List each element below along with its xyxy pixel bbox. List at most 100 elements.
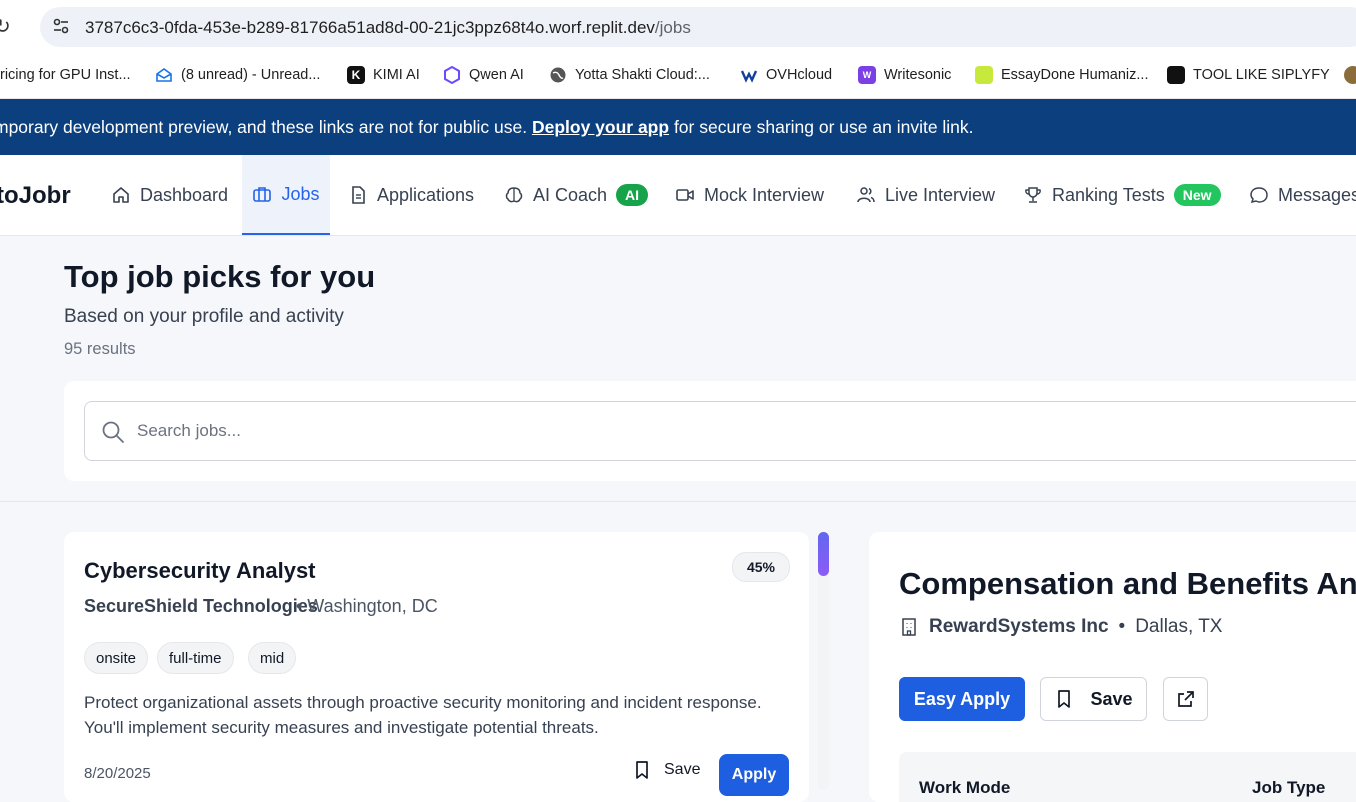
detail-save-button[interactable]: Save bbox=[1040, 677, 1147, 721]
search-input[interactable] bbox=[135, 410, 1339, 452]
kimi-icon: K bbox=[347, 66, 365, 84]
brain-icon bbox=[505, 187, 523, 203]
site-settings-icon[interactable] bbox=[52, 17, 70, 35]
nav-ranking-tests[interactable]: Ranking Tests New bbox=[1023, 155, 1221, 235]
banner-text-after: for secure sharing or use an invite link… bbox=[673, 117, 974, 137]
nav-ai-coach[interactable]: AI Coach AI bbox=[504, 155, 649, 235]
job-company: SecureShield Technologies bbox=[84, 596, 318, 616]
trophy-icon bbox=[1025, 187, 1041, 203]
open-external-button[interactable] bbox=[1163, 677, 1208, 721]
mail-icon bbox=[156, 68, 172, 82]
save-job-button[interactable]: Save bbox=[632, 760, 700, 780]
bookmark-label: OVHcloud bbox=[766, 67, 833, 83]
qwen-icon bbox=[444, 66, 460, 84]
deploy-link[interactable]: Deploy your app bbox=[532, 117, 669, 137]
users-icon bbox=[857, 187, 875, 203]
bookmark-essaydone[interactable]: EssayDone Humaniz... bbox=[975, 64, 1148, 86]
bookmark-tool[interactable]: TOOL LIKE SIPLYFY bbox=[1167, 64, 1330, 86]
reload-icon[interactable]: ↻ bbox=[0, 14, 11, 39]
nav-jobs[interactable]: Jobs bbox=[242, 155, 330, 235]
bookmark-ovh[interactable]: OVHcloud bbox=[740, 64, 832, 86]
nav-label: AI Coach bbox=[533, 184, 608, 205]
job-tag: full-time bbox=[157, 642, 234, 674]
bookmark-icon bbox=[636, 761, 648, 779]
page-title: Top job picks for you bbox=[64, 259, 376, 294]
globe-icon bbox=[550, 67, 566, 83]
essaydone-icon bbox=[975, 66, 993, 84]
ai-badge: AI bbox=[616, 184, 649, 206]
bookmark-label: Yotta Shakti Cloud:... bbox=[575, 67, 710, 83]
nav-label: Ranking Tests bbox=[1052, 184, 1165, 205]
bookmark-gpu[interactable]: ricing for GPU Inst... bbox=[0, 64, 131, 86]
section-divider bbox=[0, 501, 1356, 502]
nav-label: Dashboard bbox=[140, 184, 229, 205]
nav-dashboard[interactable]: Dashboard bbox=[111, 155, 228, 235]
nav-label: Jobs bbox=[281, 183, 320, 204]
save-label: Save bbox=[664, 761, 701, 778]
search-icon bbox=[102, 421, 124, 443]
url-bar[interactable]: 3787c6c3-0fda-453e-b289-81766a51ad8d-00-… bbox=[40, 7, 1356, 47]
work-mode-label: Work Mode bbox=[919, 778, 1011, 797]
bookmark-icon bbox=[1058, 690, 1071, 708]
bookmark-label: EssayDone Humaniz... bbox=[1001, 67, 1149, 83]
detail-save-label: Save bbox=[1090, 688, 1133, 709]
bookmark-kimi[interactable]: K KIMI AI bbox=[347, 64, 420, 86]
easy-apply-button[interactable]: Easy Apply bbox=[899, 677, 1025, 721]
job-location: • Washington, DC bbox=[296, 596, 438, 616]
match-score-badge: 45% bbox=[732, 552, 790, 582]
job-tag: mid bbox=[248, 642, 297, 674]
bookmarks-bar: ricing for GPU Inst... (8 unread) - Unre… bbox=[0, 52, 1356, 99]
url-host: 3787c6c3-0fda-453e-b289-81766a51ad8d-00-… bbox=[85, 18, 655, 37]
bookmark-mail[interactable]: (8 unread) - Unread... bbox=[155, 64, 320, 86]
video-icon bbox=[676, 189, 694, 201]
briefcase-icon bbox=[253, 187, 272, 202]
bookmark-label: Qwen AI bbox=[469, 67, 524, 83]
bookmark-label: ricing for GPU Inst... bbox=[0, 67, 131, 83]
url-text: 3787c6c3-0fda-453e-b289-81766a51ad8d-00-… bbox=[85, 18, 691, 38]
banner-text-before: mporary development preview, and these l… bbox=[0, 117, 528, 137]
nav-label: Messages bbox=[1278, 184, 1356, 205]
job-list-scrollbar-thumb[interactable] bbox=[818, 532, 829, 576]
document-icon bbox=[352, 186, 365, 204]
nav-applications[interactable]: Applications bbox=[348, 155, 474, 235]
detail-location: Dallas, TX bbox=[1135, 616, 1223, 637]
tool-icon bbox=[1167, 66, 1185, 84]
job-type-label: Job Type bbox=[1252, 778, 1326, 797]
results-count: 95 results bbox=[64, 340, 136, 358]
nav-messages[interactable]: Messages bbox=[1249, 155, 1356, 235]
brand-logo[interactable]: toJobr bbox=[0, 182, 71, 210]
detail-company: RewardSystems Inc bbox=[929, 616, 1109, 637]
job-title[interactable]: Cybersecurity Analyst bbox=[84, 558, 316, 584]
main-nav: toJobr Dashboard Jobs Applications AI Co… bbox=[0, 155, 1356, 236]
search-card bbox=[64, 381, 1356, 481]
bookmark-overflow-icon[interactable] bbox=[1344, 66, 1356, 84]
browser-address-row: ↻ 3787c6c3-0fda-453e-b289-81766a51ad8d-0… bbox=[0, 0, 1356, 52]
bookmark-qwen[interactable]: Qwen AI bbox=[443, 64, 524, 86]
bookmark-label: (8 unread) - Unread... bbox=[181, 67, 321, 83]
job-description: Protect organizational assets through pr… bbox=[84, 693, 762, 737]
job-detail-panel: Compensation and Benefits Anal RewardSys… bbox=[869, 532, 1356, 802]
nav-label: Applications bbox=[377, 184, 475, 205]
writesonic-icon: W bbox=[858, 66, 876, 84]
nav-mock-interview[interactable]: Mock Interview bbox=[675, 155, 824, 235]
nav-live-interview[interactable]: Live Interview bbox=[856, 155, 995, 235]
job-card[interactable]: Cybersecurity Analyst 45% SecureShield T… bbox=[64, 532, 809, 802]
job-posted-date: 8/20/2025 bbox=[84, 765, 151, 782]
detail-separator: • bbox=[1118, 616, 1126, 637]
page-subtitle: Based on your profile and activity bbox=[64, 306, 344, 327]
building-icon bbox=[902, 618, 916, 636]
bookmark-yotta[interactable]: Yotta Shakti Cloud:... bbox=[549, 64, 710, 86]
bookmark-label: Writesonic bbox=[884, 67, 952, 83]
banner-text: mporary development preview, and these l… bbox=[0, 99, 974, 155]
bookmark-writesonic[interactable]: W Writesonic bbox=[858, 64, 951, 86]
external-link-icon bbox=[1177, 691, 1194, 707]
url-path: /jobs bbox=[654, 18, 691, 37]
nav-label: Live Interview bbox=[885, 184, 996, 205]
ovh-icon bbox=[740, 70, 758, 83]
new-badge: New bbox=[1173, 184, 1221, 206]
message-icon bbox=[1250, 187, 1268, 204]
search-box[interactable] bbox=[84, 401, 1356, 461]
job-tag: onsite bbox=[84, 642, 149, 674]
home-icon bbox=[113, 187, 129, 203]
bookmark-label: KIMI AI bbox=[373, 67, 420, 83]
